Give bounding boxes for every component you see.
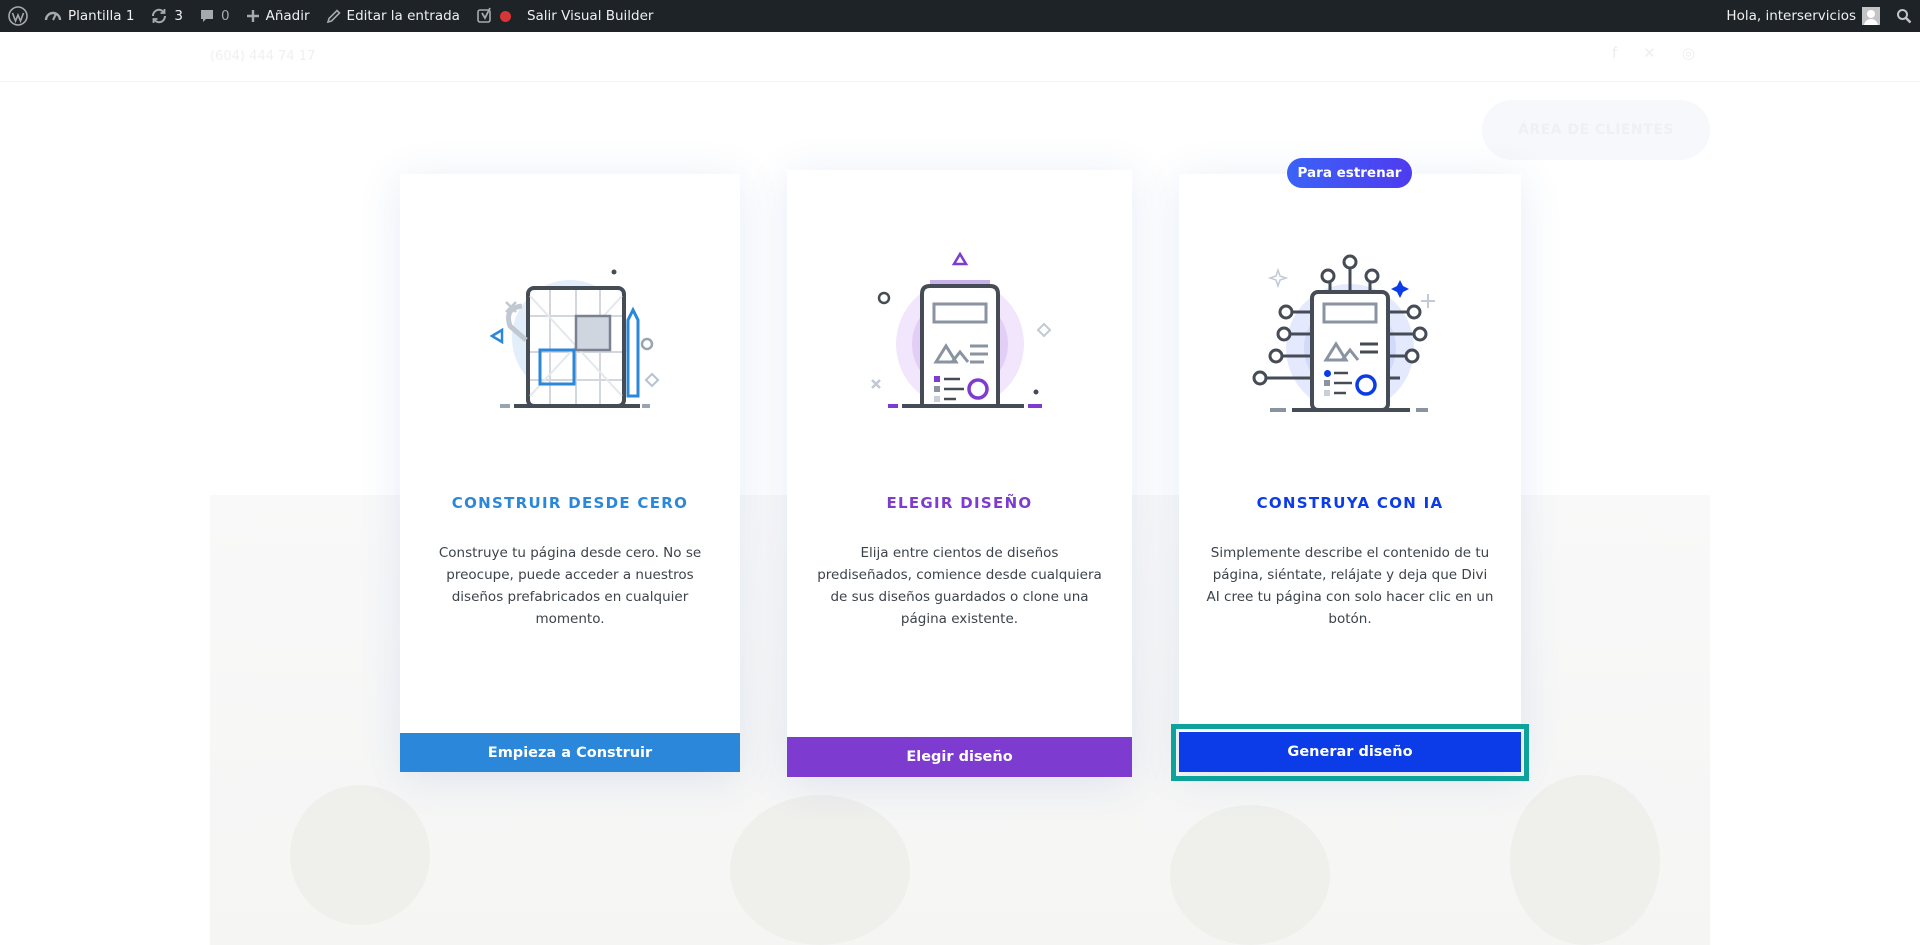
exit-visual-builder-label: Salir Visual Builder (526, 8, 654, 24)
choose-layout-card: ELEGIR DISEÑO Elija entre cientos de dis… (787, 170, 1132, 777)
search-button[interactable] (1888, 0, 1920, 32)
account-menu[interactable]: Hola, interservicios (1718, 0, 1888, 32)
instagram-icon[interactable]: ◎ (1682, 44, 1695, 62)
new-feature-badge: Para estrenar (1287, 158, 1412, 188)
phone-number: (604) 444 74 17 (210, 49, 316, 64)
add-new-label: Añadir (265, 8, 310, 24)
social-links: f ✕ ◎ (1612, 44, 1695, 62)
edit-post-label: Editar la entrada (346, 8, 460, 24)
card-title: CONSTRUYA CON IA (1256, 494, 1444, 512)
comments-count: 0 (221, 8, 230, 24)
generate-layout-button-highlight (1171, 724, 1529, 781)
record-dot-icon (499, 10, 511, 22)
updates-count: 3 (174, 8, 184, 24)
avatar (1862, 7, 1880, 25)
site-name-link[interactable]: Plantilla 1 (36, 0, 142, 32)
refresh-icon (152, 8, 167, 24)
yoast-icon (477, 7, 491, 23)
build-from-scratch-card: CONSTRUIR DESDE CERO Construye tu página… (400, 174, 740, 772)
build-with-ai-card: CONSTRUYA CON IA Simplemente describe el… (1179, 174, 1521, 772)
site-name-label: Plantilla 1 (68, 8, 135, 24)
client-area-button[interactable]: ÁREA DE CLIENTES (1482, 100, 1710, 160)
wordpress-icon (8, 6, 28, 26)
card-title: CONSTRUIR DESDE CERO (451, 494, 689, 512)
yoast-menu[interactable] (468, 0, 519, 32)
layout-illustration (787, 252, 1132, 416)
admin-bar: Plantilla 1 3 0 Añadir Editar la entrada… (0, 0, 1920, 32)
card-description: Elija entre cientos de diseños prediseña… (817, 545, 1102, 627)
start-building-button[interactable]: Empieza a Construir (400, 733, 740, 772)
facebook-icon[interactable]: f (1612, 44, 1617, 62)
comments-link[interactable]: 0 (191, 0, 238, 32)
add-new-menu[interactable]: Añadir (238, 0, 318, 32)
plus-icon (246, 10, 259, 22)
exit-visual-builder-link[interactable]: Salir Visual Builder (519, 0, 662, 32)
dashboard-icon (44, 11, 62, 21)
top-strip: (604) 444 74 17 f ✕ ◎ (0, 32, 1920, 82)
search-icon (1897, 9, 1912, 24)
edit-post-link[interactable]: Editar la entrada (318, 0, 468, 32)
card-description: Simplemente describe el contenido de tu … (1206, 545, 1494, 627)
pencil-icon (326, 8, 341, 23)
wordpress-menu[interactable] (0, 0, 36, 32)
comment-icon (201, 10, 214, 22)
updates-link[interactable]: 3 (142, 0, 191, 32)
greeting-label: Hola, interservicios (1726, 8, 1856, 24)
x-icon[interactable]: ✕ (1643, 44, 1656, 62)
wireframe-illustration (400, 256, 740, 416)
card-description: Construye tu página desde cero. No se pr… (438, 545, 702, 627)
card-title: ELEGIR DISEÑO (886, 494, 1033, 512)
choose-layout-button[interactable]: Elegir diseño (787, 737, 1132, 777)
ai-circuit-illustration (1179, 252, 1521, 420)
